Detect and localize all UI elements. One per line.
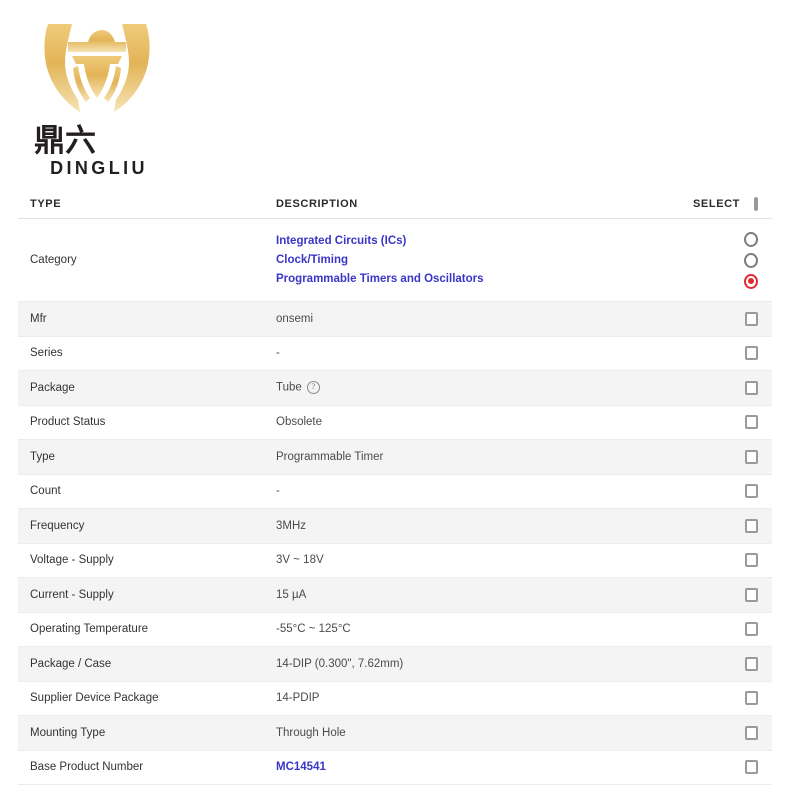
row-select <box>698 474 772 509</box>
row-label: Package <box>30 381 75 394</box>
row-label: Voltage - Supply <box>30 554 114 567</box>
row-select <box>698 302 772 337</box>
row-checkbox[interactable] <box>745 656 758 671</box>
question-mark-icon[interactable]: ? <box>306 381 320 395</box>
row-value: Obsolete <box>276 416 323 429</box>
product-attributes-table: TYPE DESCRIPTION SELECT Category Integra… <box>18 190 772 785</box>
brand-wordmark: DINGLIU <box>50 158 148 178</box>
row-checkbox[interactable] <box>745 587 758 602</box>
table-row: Package / Case 14-DIP (0.300", 7.62mm) <box>18 646 772 682</box>
row-select-category <box>698 219 772 302</box>
row-label: Package / Case <box>30 657 112 670</box>
column-header-description: DESCRIPTION <box>268 190 698 219</box>
category-radio-2[interactable] <box>744 252 758 268</box>
row-checkbox[interactable] <box>745 725 758 740</box>
select-all-checkbox[interactable] <box>754 197 758 211</box>
row-checkbox[interactable] <box>745 691 758 706</box>
row-select <box>698 578 772 613</box>
category-link-3[interactable]: Programmable Timers and Oscillators <box>276 271 484 288</box>
row-label: Supplier Device Package <box>30 692 159 705</box>
row-label: Frequency <box>30 519 85 532</box>
table-header: TYPE DESCRIPTION SELECT <box>18 190 772 219</box>
row-select <box>698 681 772 716</box>
row-label: Count <box>30 485 61 498</box>
category-link-1[interactable]: Integrated Circuits (ICs) <box>276 233 406 250</box>
table-row: Mounting Type Through Hole <box>18 715 772 751</box>
category-radio-3[interactable] <box>744 273 758 289</box>
row-select <box>698 543 772 578</box>
row-select <box>698 612 772 647</box>
row-checkbox[interactable] <box>745 622 758 637</box>
row-select <box>698 405 772 440</box>
row-checkbox[interactable] <box>745 449 758 464</box>
row-label: Base Product Number <box>30 761 144 774</box>
column-header-select: SELECT <box>693 190 772 219</box>
row-label-category: Category <box>30 254 77 266</box>
base-product-number-link[interactable]: MC14541 <box>276 761 326 773</box>
row-checkbox[interactable] <box>745 380 758 395</box>
row-checkbox[interactable] <box>745 311 758 326</box>
row-select <box>698 750 772 785</box>
row-checkbox[interactable] <box>745 415 758 430</box>
row-value: 15 µA <box>276 588 307 601</box>
row-label: Operating Temperature <box>30 623 149 636</box>
row-value: - <box>276 347 280 360</box>
table-row: Mfr onsemi <box>18 301 772 337</box>
table-row: Series - <box>18 336 772 371</box>
table-row: Current - Supply 15 µA <box>18 577 772 613</box>
row-select <box>698 440 772 475</box>
row-checkbox[interactable] <box>745 484 758 499</box>
column-header-select-label: SELECT <box>693 198 740 210</box>
row-value-text: Tube <box>276 381 302 394</box>
row-select <box>698 509 772 544</box>
row-checkbox[interactable] <box>745 553 758 568</box>
row-value: Tube? <box>268 371 698 406</box>
row-label: Type <box>30 450 55 463</box>
brand-chinese-characters: 鼎六 <box>34 123 96 158</box>
row-checkbox[interactable] <box>745 760 758 775</box>
table-row-category: Category Integrated Circuits (ICs) Clock… <box>18 218 772 302</box>
brand-logo: 鼎六 DINGLIU <box>30 18 180 178</box>
row-checkbox[interactable] <box>745 346 758 361</box>
row-checkbox[interactable] <box>745 518 758 533</box>
table-row: Operating Temperature -55°C ~ 125°C <box>18 612 772 647</box>
row-value: 3MHz <box>276 519 307 532</box>
row-label: Series <box>30 347 63 360</box>
row-value: 14-DIP (0.300", 7.62mm) <box>276 657 404 670</box>
row-select <box>698 716 772 751</box>
table-row: Frequency 3MHz <box>18 508 772 544</box>
row-value: Programmable Timer <box>276 450 384 463</box>
row-label: Mfr <box>30 312 47 325</box>
category-link-2[interactable]: Clock/Timing <box>276 252 348 269</box>
row-select <box>698 371 772 406</box>
ding-vessel-logo-icon <box>44 24 150 112</box>
row-value: -55°C ~ 125°C <box>276 623 351 636</box>
table-row: Supplier Device Package 14-PDIP <box>18 681 772 716</box>
table-row: Type Programmable Timer <box>18 439 772 475</box>
table-row: Voltage - Supply 3V ~ 18V <box>18 543 772 578</box>
row-value: 3V ~ 18V <box>276 554 324 567</box>
row-value-category: Integrated Circuits (ICs) Clock/Timing P… <box>268 219 698 302</box>
svg-text:鼎六: 鼎六 <box>34 123 96 158</box>
row-label: Product Status <box>30 416 106 429</box>
table-row: Package Tube? <box>18 370 772 406</box>
row-select <box>698 336 772 371</box>
row-label: Current - Supply <box>30 588 114 601</box>
column-header-type: TYPE <box>18 190 268 219</box>
row-value: MC14541 <box>268 750 698 785</box>
table-body: Category Integrated Circuits (ICs) Clock… <box>18 218 772 785</box>
table-row: Base Product Number MC14541 <box>18 750 772 785</box>
table-row: Count - <box>18 474 772 509</box>
row-value: 14-PDIP <box>276 692 320 705</box>
row-value: - <box>276 485 280 498</box>
row-value: onsemi <box>276 312 314 325</box>
row-label: Mounting Type <box>30 726 106 739</box>
category-radio-1[interactable] <box>744 231 758 247</box>
header-row: TYPE DESCRIPTION SELECT <box>18 190 772 219</box>
row-select <box>698 647 772 682</box>
row-value: Through Hole <box>276 726 346 739</box>
table-row: Product Status Obsolete <box>18 405 772 440</box>
